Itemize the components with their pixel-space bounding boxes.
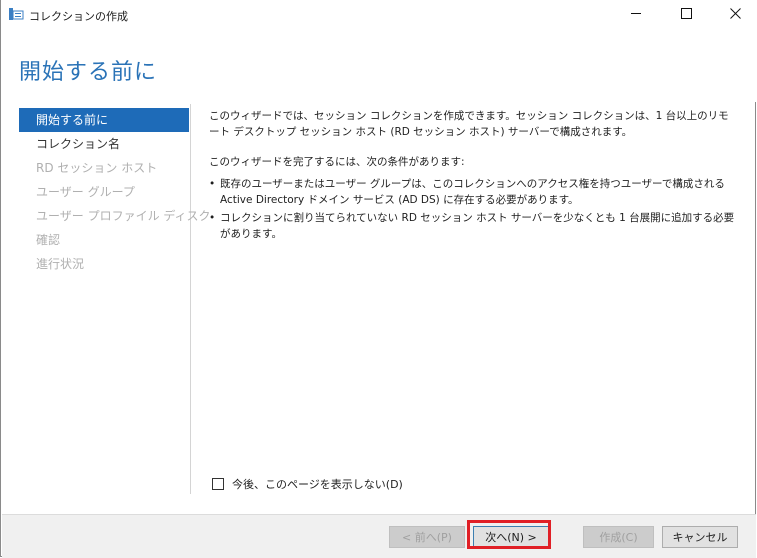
wizard-footer: < 前へ(P) 次へ(N) > 作成(C) キャンセル xyxy=(2,514,756,558)
dont-show-again-label: 今後、このページを表示しない(D) xyxy=(232,478,403,491)
minimize-button[interactable] xyxy=(613,0,659,30)
nav-step-progress: 進行状況 xyxy=(36,257,85,271)
maximize-button[interactable] xyxy=(663,0,709,30)
nav-step-rd-session-host: RD セッション ホスト xyxy=(36,161,158,175)
window-title: コレクションの作成 xyxy=(29,10,128,23)
close-button[interactable] xyxy=(712,0,757,30)
create-button[interactable]: 作成(C) xyxy=(583,526,654,548)
server-wizard-icon xyxy=(8,7,24,21)
page-title: 開始する前に xyxy=(19,60,158,85)
nav-step-collection-name[interactable]: コレクション名 xyxy=(19,132,189,156)
nav-step-confirmation: 確認 xyxy=(36,233,61,247)
previous-button[interactable]: < 前へ(P) xyxy=(389,526,465,548)
next-button[interactable]: 次へ(N) > xyxy=(473,526,549,548)
minimize-icon xyxy=(630,8,642,22)
wizard-window: コレクションの作成 開始する前に 開始する前に コレクション名 RD セッション… xyxy=(0,0,757,558)
wizard-content: このウィザードでは、セッション コレクションを作成できます。セッション コレクシ… xyxy=(209,108,739,244)
maximize-icon xyxy=(680,8,692,22)
condition-item: コレクションに割り当てられていない RD セッション ホスト サーバーを少なくと… xyxy=(209,210,739,242)
nav-step-user-profile-disks: ユーザー プロファイル ディスク xyxy=(36,209,211,223)
nav-step-user-groups: ユーザー グループ xyxy=(36,185,135,199)
dont-show-again-checkbox[interactable] xyxy=(212,478,224,490)
wizard-header: 開始する前に xyxy=(1,30,757,102)
intro-text: このウィザードでは、セッション コレクションを作成できます。セッション コレクシ… xyxy=(209,110,729,138)
conditions-heading: このウィザードを完了するには、次の条件があります: xyxy=(209,156,465,168)
dont-show-again-option[interactable]: 今後、このページを表示しない(D) xyxy=(212,476,403,492)
title-bar: コレクションの作成 xyxy=(1,0,757,30)
wizard-step-nav: 開始する前に コレクション名 RD セッション ホスト ユーザー グループ ユー… xyxy=(1,104,211,494)
cancel-button[interactable]: キャンセル xyxy=(662,526,738,548)
close-icon xyxy=(729,8,741,22)
condition-item: 既存のユーザーまたはユーザー グループは、このコレクションへのアクセス権を持つユ… xyxy=(209,176,739,208)
nav-step-before-you-begin[interactable]: 開始する前に xyxy=(19,108,189,132)
